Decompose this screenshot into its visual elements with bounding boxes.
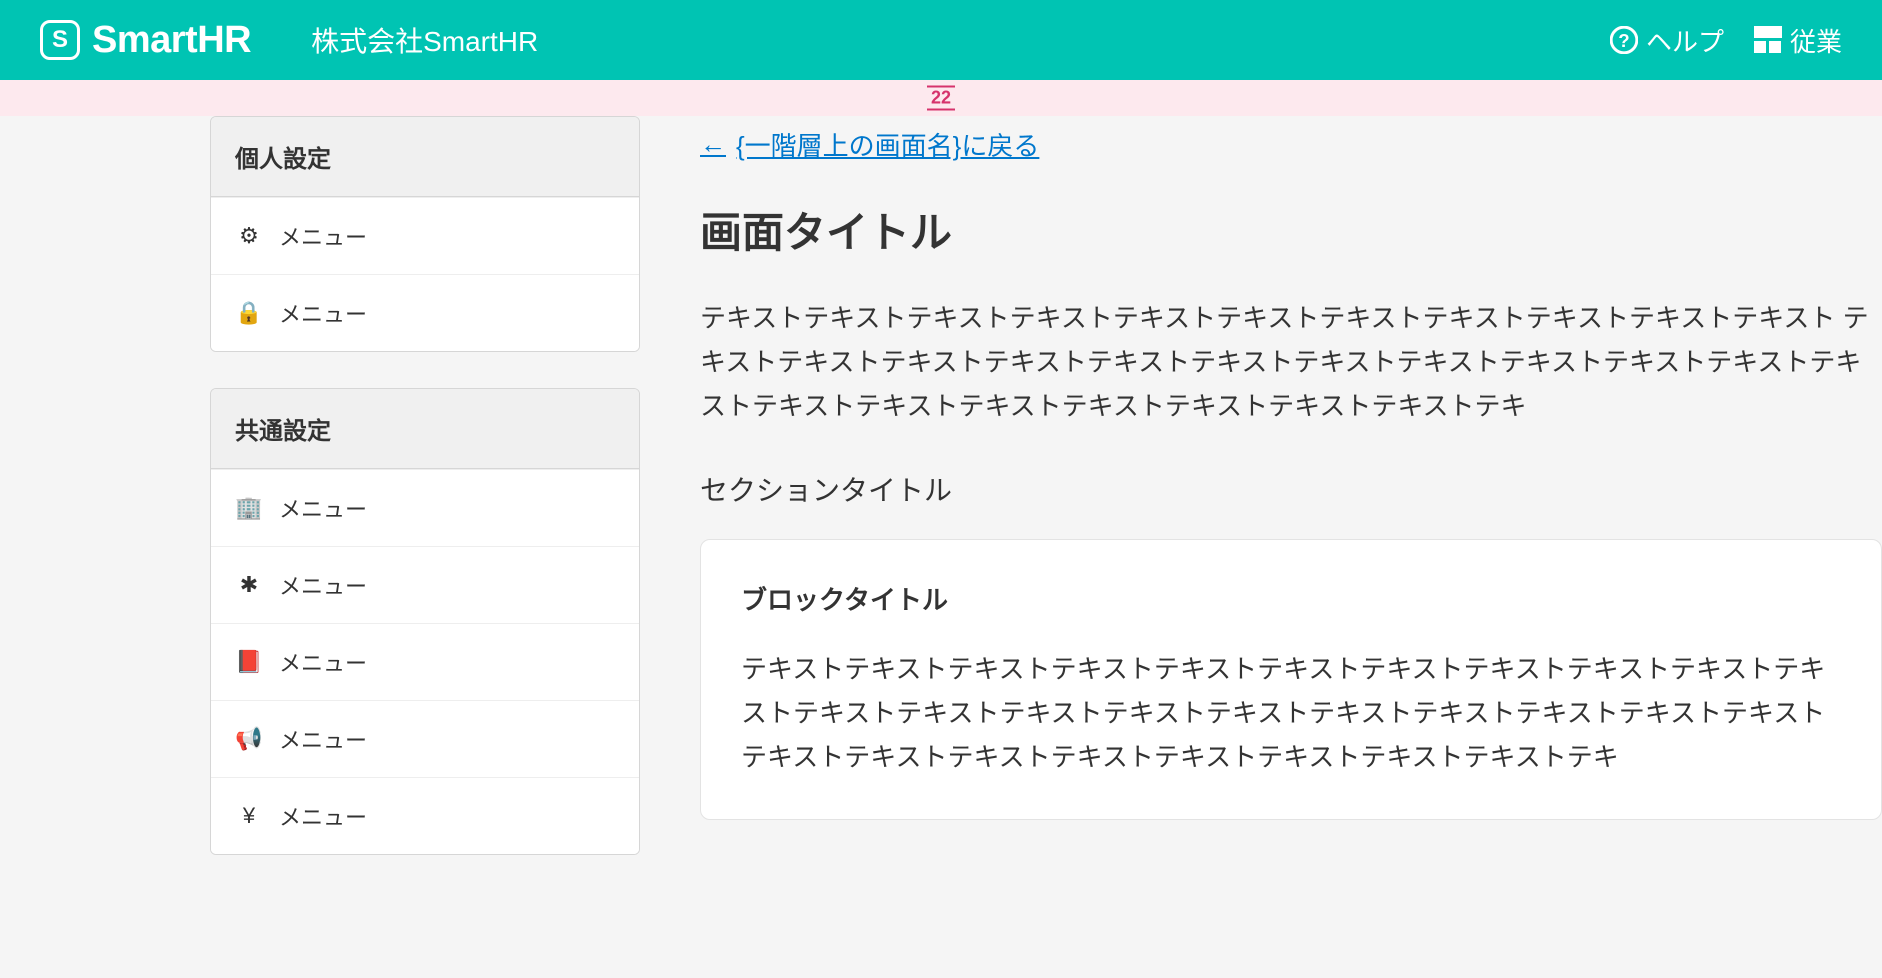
employees-label: 従業 (1790, 22, 1842, 59)
block-description: テキストテキストテキストテキストテキストテキストテキストテキストテキストテキスト… (741, 647, 1841, 780)
sidebar-item-label: メニュー (279, 723, 367, 755)
sidebar-item-asterisk[interactable]: ✱ メニュー (211, 546, 639, 623)
spacing-annotation: 22 (0, 80, 1882, 116)
asterisk-icon: ✱ (235, 572, 263, 598)
block-title: ブロックタイトル (741, 580, 1841, 617)
section-title: セクションタイトル (700, 469, 1882, 509)
sidebar-group-title: 個人設定 (211, 117, 639, 197)
sidebar-item-label: メニュー (279, 569, 367, 601)
page-description: テキストテキストテキストテキストテキストテキストテキストテキストテキストテキスト… (700, 296, 1882, 429)
help-label: ヘルプ (1646, 22, 1724, 59)
tenant-name: 株式会社SmartHR (311, 20, 538, 60)
grid-icon (1754, 26, 1782, 54)
employees-link[interactable]: 従業 (1754, 22, 1842, 59)
back-link-label: {一階層上の画面名}に戻る (736, 126, 1039, 163)
product-name: SmartHR (92, 19, 251, 62)
spacing-badge: 22 (927, 86, 955, 111)
svg-text:?: ? (1618, 30, 1629, 51)
sidebar-item-building[interactable]: 🏢 メニュー (211, 469, 639, 546)
sidebar-item-label: メニュー (279, 492, 367, 524)
megaphone-icon: 📢 (235, 726, 263, 752)
building-icon: 🏢 (235, 495, 263, 521)
sidebar-item-yen[interactable]: ¥ メニュー (211, 777, 639, 854)
sidebar-item-label: メニュー (279, 646, 367, 678)
sidebar-group-title: 共通設定 (211, 389, 639, 469)
sidebar-item-security[interactable]: 🔒 メニュー (211, 274, 639, 351)
settings-sidebar: 個人設定 ⚙ メニュー 🔒 メニュー 共通設定 🏢 メニュー ✱ (0, 116, 640, 855)
gear-icon: ⚙ (235, 223, 263, 249)
content-block: ブロックタイトル テキストテキストテキストテキストテキストテキストテキストテキス… (700, 539, 1882, 821)
global-header: S SmartHR 株式会社SmartHR ? ヘルプ 従業 (0, 0, 1882, 80)
sidebar-group-personal: 個人設定 ⚙ メニュー 🔒 メニュー (210, 116, 640, 352)
page-title: 画面タイトル (700, 199, 1882, 260)
sidebar-item-label: メニュー (279, 297, 367, 329)
sidebar-item-megaphone[interactable]: 📢 メニュー (211, 700, 639, 777)
back-link[interactable]: ← {一階層上の画面名}に戻る (700, 126, 1039, 163)
lock-icon: 🔒 (235, 300, 263, 326)
main-content: ← {一階層上の画面名}に戻る 画面タイトル テキストテキストテキストテキストテ… (640, 116, 1882, 855)
sidebar-group-common: 共通設定 🏢 メニュー ✱ メニュー 📕 メニュー 📢 メニュー (210, 388, 640, 855)
logo-mark-icon: S (40, 20, 80, 60)
help-icon: ? (1610, 26, 1638, 54)
sidebar-item-settings[interactable]: ⚙ メニュー (211, 197, 639, 274)
spacing-value: 22 (931, 88, 951, 109)
help-link[interactable]: ? ヘルプ (1610, 22, 1724, 59)
sidebar-item-label: メニュー (279, 800, 367, 832)
sidebar-item-book[interactable]: 📕 メニュー (211, 623, 639, 700)
book-icon: 📕 (235, 649, 263, 675)
sidebar-item-label: メニュー (279, 220, 367, 252)
yen-icon: ¥ (235, 803, 263, 829)
product-logo[interactable]: S SmartHR (40, 19, 251, 62)
arrow-left-icon: ← (700, 129, 726, 160)
